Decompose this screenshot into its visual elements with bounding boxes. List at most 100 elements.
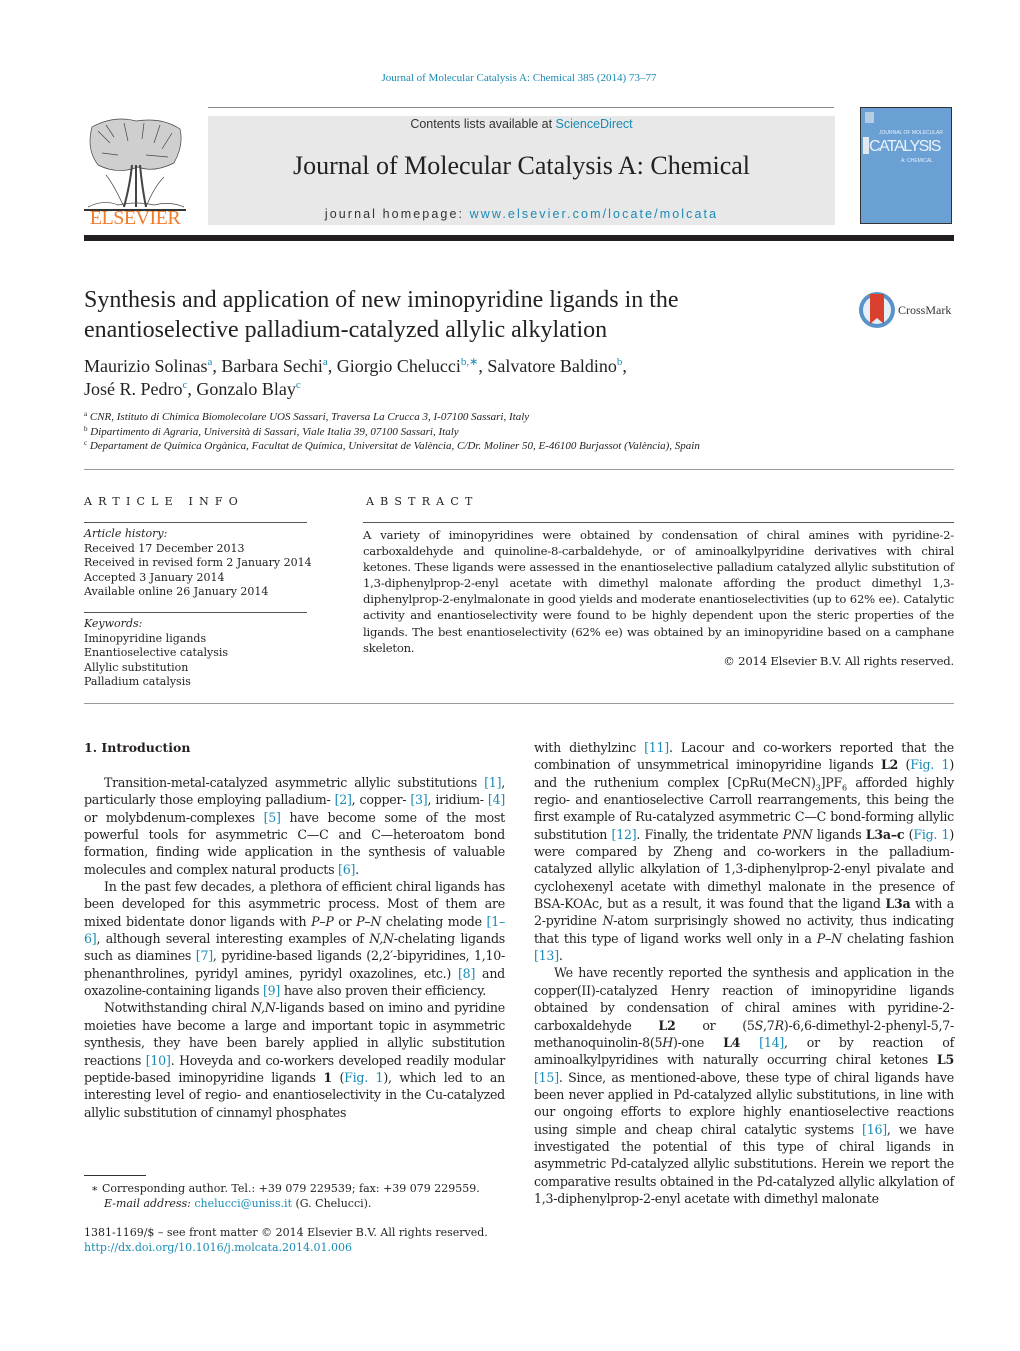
divider xyxy=(84,703,954,704)
corresponding-text: Corresponding author. Tel.: +39 079 2295… xyxy=(98,1182,480,1195)
divider xyxy=(84,469,954,470)
history-item: Received in revised form 2 January 2014 xyxy=(84,556,312,569)
text-run: . xyxy=(558,948,563,964)
homepage-prefix: journal homepage: xyxy=(324,207,470,221)
text-run: ( xyxy=(898,757,911,773)
reference-link[interactable]: Fig. 1 xyxy=(910,757,949,772)
keyword: Iminopyridine ligands xyxy=(84,631,207,645)
compound-label: L3a–c xyxy=(865,826,905,842)
affiliation: c Departament de Química Orgànica, Facul… xyxy=(84,439,700,453)
text-run: ( xyxy=(331,1069,345,1085)
abstract-heading: ABSTRACT xyxy=(366,495,479,508)
italic-text: P–N xyxy=(356,913,382,929)
section-heading-introduction: 1. Introduction xyxy=(84,740,191,755)
history-item: Available online 26 January 2014 xyxy=(84,585,269,598)
author[interactable]: Giorgio Cheluccib,∗ xyxy=(337,356,479,376)
paragraph: We have recently reported the synthesis … xyxy=(534,964,954,1207)
compound-label: L4 xyxy=(723,1034,741,1050)
text-run: have also proven their efficiency. xyxy=(280,983,487,999)
text-run: . xyxy=(355,861,359,877)
doi-link[interactable]: http://dx.doi.org/10.1016/j.molcata.2014… xyxy=(84,1240,505,1255)
text-run: , iridium- xyxy=(427,792,488,808)
email-link[interactable]: chelucci@uniss.it xyxy=(194,1197,292,1210)
history-item: Accepted 3 January 2014 xyxy=(84,570,225,584)
text-run: )-one xyxy=(673,1034,724,1050)
article-info-heading: ARTICLE INFO xyxy=(84,495,244,508)
email-suffix: (G. Chelucci). xyxy=(292,1197,372,1210)
sciencedirect-link[interactable]: ScienceDirect xyxy=(556,117,633,131)
text-run: or molybdenum-complexes xyxy=(84,809,264,825)
footnote-rule xyxy=(84,1175,146,1176)
abstract-text: A variety of iminopyridines were obtaine… xyxy=(363,528,954,655)
history-item: Received 17 December 2013 xyxy=(84,541,245,555)
paragraph: In the past few decades, a plethora of e… xyxy=(84,878,505,999)
italic-text: R xyxy=(774,1017,784,1033)
cover-title: CATALYSIS xyxy=(869,138,941,155)
affiliations: a CNR, Istituto di Chimica Biomolecolare… xyxy=(84,410,954,454)
reference-link[interactable]: [6] xyxy=(338,862,355,877)
italic-text: P–P xyxy=(311,913,334,929)
reference-link[interactable]: [12] xyxy=(612,827,637,842)
text-run: ]PF xyxy=(820,774,843,790)
reference-link[interactable]: Fig. 1 xyxy=(344,1070,383,1085)
reference-link[interactable]: [3] xyxy=(410,792,427,807)
reference-link[interactable]: Fig. 1 xyxy=(913,827,949,842)
text-run: chelating fashion xyxy=(841,930,954,946)
keyword: Allylic substitution xyxy=(84,660,189,674)
contents-prefix: Contents lists available at xyxy=(410,117,556,131)
article-history: Article history: Received 17 December 20… xyxy=(84,527,314,600)
elsevier-wordmark: ELSEVIER xyxy=(89,207,181,229)
masthead-thick-rule xyxy=(84,235,954,241)
compound-label: L2 xyxy=(658,1017,676,1033)
abstract-copyright: © 2014 Elsevier B.V. All rights reserved… xyxy=(723,654,954,668)
reference-link[interactable]: [10] xyxy=(146,1053,171,1068)
reference-link[interactable]: [16] xyxy=(862,1122,887,1137)
journal-homepage: journal homepage: www.elsevier.com/locat… xyxy=(208,207,835,221)
homepage-link[interactable]: www.elsevier.com/locate/molcata xyxy=(470,207,719,221)
header-rule xyxy=(208,107,834,108)
author[interactable]: Gonzalo Blayc xyxy=(196,379,300,399)
reference-link[interactable]: [5] xyxy=(264,810,281,825)
italic-text: N xyxy=(602,913,614,929)
body-column-left: Transition-metal-catalyzed asymmetric al… xyxy=(84,774,505,1121)
compound-label: 1 xyxy=(323,1069,332,1085)
reference-link[interactable]: [9] xyxy=(263,983,280,998)
keywords: Keywords: Iminopyridine ligands Enantios… xyxy=(84,617,314,690)
text-run: or (5 xyxy=(675,1017,755,1033)
text-run: Notwithstanding chiral xyxy=(104,1000,252,1016)
reference-link[interactable]: [4] xyxy=(488,792,505,807)
keyword: Enantioselective catalysis xyxy=(84,646,229,659)
text-run: ,7 xyxy=(763,1017,775,1033)
email-label: E-mail address: xyxy=(104,1197,191,1210)
text-run: ligands xyxy=(812,826,866,842)
text-run: with diethylzinc xyxy=(534,740,645,755)
text-run: chelating mode xyxy=(381,913,487,929)
cover-top-text: JOURNAL OF MOLECULAR xyxy=(879,130,943,136)
author[interactable]: Barbara Sechia xyxy=(221,356,327,376)
keywords-label: Keywords: xyxy=(84,617,143,630)
reference-link[interactable]: [1] xyxy=(484,775,501,790)
reference-link[interactable]: [11] xyxy=(644,740,669,755)
reference-link[interactable]: [14] xyxy=(759,1035,784,1050)
article-title: Synthesis and application of new iminopy… xyxy=(84,287,679,343)
author[interactable]: José R. Pedroc xyxy=(84,379,187,399)
divider xyxy=(363,522,954,523)
reference-link[interactable]: [8] xyxy=(458,966,475,981)
journal-citation[interactable]: Journal of Molecular Catalysis A: Chemic… xyxy=(0,72,1020,84)
reference-link[interactable]: [13] xyxy=(534,948,559,963)
cover-logo-box xyxy=(865,112,874,123)
journal-cover-image[interactable]: JOURNAL OF MOLECULAR CATALYSIS A: CHEMIC… xyxy=(860,107,952,224)
text-run: , although several interesting examples … xyxy=(96,931,370,947)
reference-link[interactable]: [7] xyxy=(196,948,213,963)
reference-link[interactable]: [15] xyxy=(534,1070,559,1085)
affiliation: a CNR, Istituto di Chimica Biomolecolare… xyxy=(84,410,530,424)
issn-line: 1381-1169/$ – see front matter © 2014 El… xyxy=(84,1226,488,1239)
crossmark-label[interactable]: CrossMark xyxy=(898,303,951,318)
reference-link[interactable]: [2] xyxy=(335,792,352,807)
text-run: Transition-metal-catalyzed asymmetric al… xyxy=(104,775,485,790)
paragraph: with diethylzinc [11]. Lacour and co-wor… xyxy=(534,739,954,964)
author[interactable]: Maurizio Solinasa xyxy=(84,356,212,376)
text-run: or xyxy=(333,913,357,929)
author[interactable]: Salvatore Baldinob xyxy=(487,356,622,376)
keyword: Palladium catalysis xyxy=(84,675,191,688)
